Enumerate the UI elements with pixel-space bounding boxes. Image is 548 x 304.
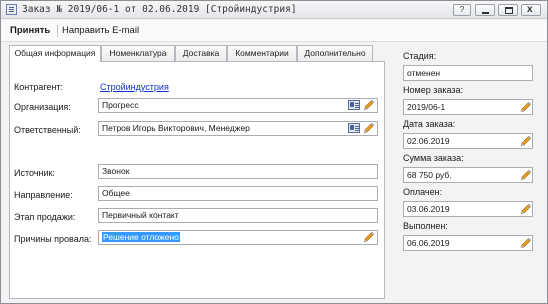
help-icon: ? — [459, 5, 465, 14]
tab-strip: Общая информация Номенклатура Доставка К… — [9, 45, 385, 62]
pencil-icon[interactable] — [362, 121, 376, 135]
source-label: Источник: — [14, 168, 55, 178]
stage-label: Стадия: — [403, 51, 437, 61]
help-button[interactable]: ? — [453, 4, 471, 16]
sales-stage-label: Этап продажи: — [14, 212, 76, 222]
order-date-label: Дата заказа: — [403, 119, 456, 129]
tab-nomenclature[interactable]: Номенклатура — [101, 45, 175, 61]
failure-reasons-label: Причины провала: — [14, 234, 92, 244]
organization-field[interactable]: Прогресс — [98, 98, 378, 113]
order-number-value: 2019/06-1 — [407, 102, 446, 112]
organization-label: Организация: — [14, 102, 71, 112]
tab-comments[interactable]: Комментарии — [227, 45, 297, 61]
direction-field[interactable]: Общее — [98, 186, 378, 201]
direction-value: Общее — [102, 188, 130, 198]
paid-value: 03.06.2019 — [407, 204, 450, 214]
responsible-value: Петров Игорь Викторович, Менеджер — [102, 123, 250, 133]
source-value: Звонок — [102, 166, 130, 176]
responsible-field[interactable]: Петров Игорь Викторович, Менеджер — [98, 121, 378, 136]
order-sum-label: Сумма заказа: — [403, 153, 464, 163]
minimize-icon — [482, 12, 489, 14]
window-title: Заказ № 2019/06-1 от 02.06.2019 [Стройин… — [22, 4, 297, 15]
send-email-button[interactable]: Направить E-mail — [62, 25, 139, 36]
tab-general-info[interactable]: Общая информация — [9, 45, 101, 62]
order-window: Заказ № 2019/06-1 от 02.06.2019 [Стройин… — [0, 0, 548, 304]
source-field[interactable]: Звонок — [98, 164, 378, 179]
responsible-label: Ответственный: — [14, 125, 81, 135]
pencil-icon[interactable] — [519, 202, 533, 216]
window-icon — [6, 4, 17, 15]
toolbar: Принять Направить E-mail — [1, 20, 547, 42]
order-number-label: Номер заказа: — [403, 85, 464, 95]
contractor-link[interactable]: Стройиндустрия — [100, 82, 169, 92]
pencil-icon[interactable] — [519, 100, 533, 114]
tab-additional[interactable]: Дополнительно — [297, 45, 373, 61]
pencil-icon[interactable] — [519, 134, 533, 148]
direction-label: Направление: — [14, 190, 73, 200]
toolbar-separator — [57, 25, 58, 37]
order-date-value: 02.06.2019 — [407, 136, 450, 146]
completed-field[interactable]: 06.06.2019 — [403, 235, 533, 251]
maximize-icon — [505, 7, 513, 14]
general-info-panel: Контрагент: Стройиндустрия Организация: … — [9, 61, 385, 299]
contact-card-icon[interactable] — [348, 123, 360, 133]
failure-reasons-field[interactable]: Решение отложено — [98, 230, 378, 245]
minimize-button[interactable] — [475, 4, 495, 16]
accept-button[interactable]: Принять — [10, 25, 50, 36]
pencil-icon[interactable] — [519, 236, 533, 250]
pencil-icon[interactable] — [362, 230, 376, 244]
close-icon: x — [527, 4, 533, 15]
stage-field: отменен — [403, 65, 533, 81]
completed-value: 06.06.2019 — [407, 238, 450, 248]
close-button[interactable]: x — [521, 4, 541, 16]
contact-card-icon[interactable] — [348, 100, 360, 110]
contractor-label: Контрагент: — [14, 82, 64, 92]
order-sum-field[interactable]: 68 750 руб. — [403, 167, 533, 183]
maximize-button[interactable] — [498, 4, 518, 16]
tab-delivery[interactable]: Доставка — [175, 45, 227, 61]
pencil-icon[interactable] — [519, 168, 533, 182]
order-sum-value: 68 750 руб. — [407, 170, 452, 180]
paid-label: Оплачен: — [403, 187, 443, 197]
stage-value: отменен — [407, 68, 441, 78]
organization-value: Прогресс — [102, 100, 139, 110]
order-date-field[interactable]: 02.06.2019 — [403, 133, 533, 149]
paid-field[interactable]: 03.06.2019 — [403, 201, 533, 217]
sales-stage-value: Первичный контакт — [102, 210, 179, 220]
order-number-field[interactable]: 2019/06-1 — [403, 99, 533, 115]
pencil-icon[interactable] — [362, 98, 376, 112]
failure-reasons-value: Решение отложено — [102, 232, 180, 242]
sales-stage-field[interactable]: Первичный контакт — [98, 208, 378, 223]
completed-label: Выполнен: — [403, 221, 448, 231]
title-bar: Заказ № 2019/06-1 от 02.06.2019 [Стройин… — [1, 1, 547, 19]
